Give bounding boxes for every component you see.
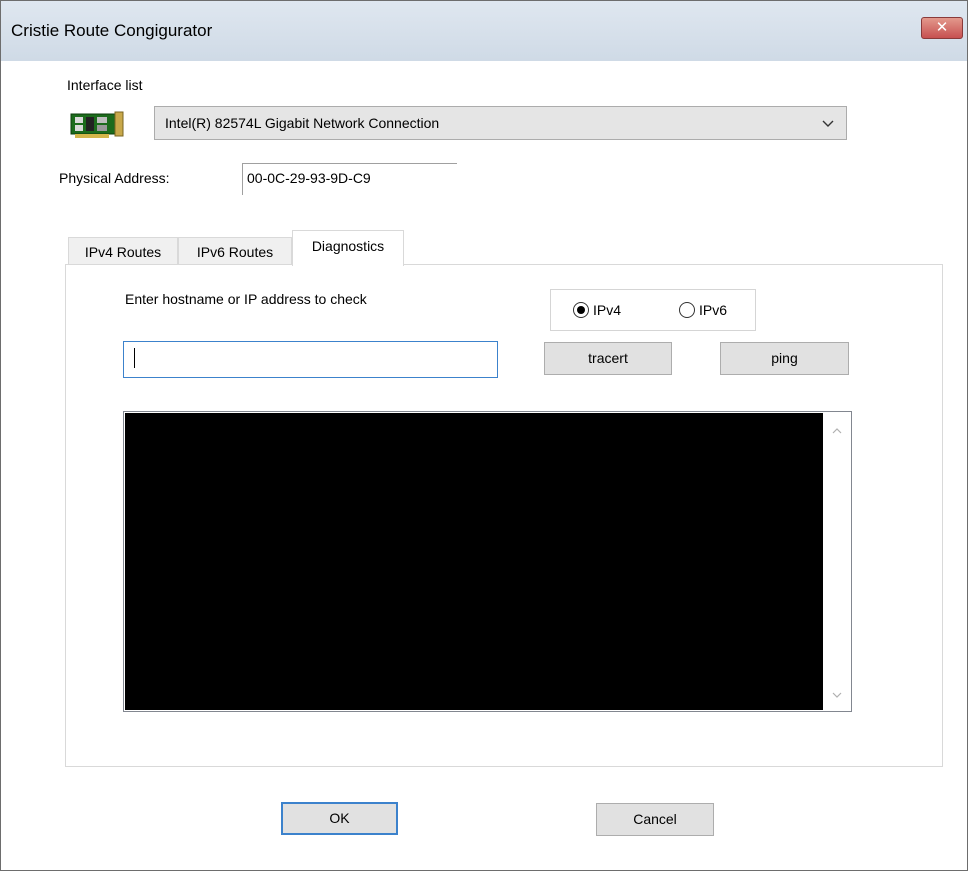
radio-ipv4[interactable] [573,302,589,318]
radio-selected-dot [577,306,585,314]
close-button[interactable]: ✕ [921,17,963,39]
tracert-button[interactable]: tracert [544,342,672,375]
radio-ipv6-label: IPv6 [699,302,728,318]
scroll-up-icon[interactable] [832,426,842,436]
diagnostics-output[interactable] [123,411,852,712]
output-console [125,413,823,710]
radio-ipv4-label: IPv4 [593,302,622,318]
radio-ipv6[interactable] [679,302,695,318]
interface-dropdown-value: Intel(R) 82574L Gigabit Network Connecti… [165,115,440,131]
route-configurator-window: Cristie Route Congigurator ✕ Interface l… [0,0,968,871]
physical-address-field[interactable]: 00-0C-29-93-9D-C9 [242,163,457,195]
interface-dropdown[interactable]: Intel(R) 82574L Gigabit Network Connecti… [154,106,847,140]
hostname-prompt: Enter hostname or IP address to check [125,291,367,307]
physical-address-value: 00-0C-29-93-9D-C9 [247,170,371,186]
protocol-radio-group: IPv4 IPv6 [550,289,756,331]
scroll-down-icon[interactable] [832,690,842,700]
tab-label: IPv4 Routes [84,244,162,260]
physical-address-label: Physical Address: [59,170,170,186]
output-scrollbar[interactable] [824,412,851,711]
hostname-input[interactable] [123,341,498,378]
tab-label: Diagnostics [311,238,385,254]
cancel-button[interactable]: Cancel [596,803,714,836]
window-title: Cristie Route Congigurator [11,21,213,40]
ping-button[interactable]: ping [720,342,849,375]
network-card-icon [70,111,124,138]
ok-button[interactable]: OK [281,802,398,835]
title-bar[interactable]: Cristie Route Congigurator ✕ [1,1,967,61]
tab-label: IPv6 Routes [196,244,274,260]
tab-ipv4-routes[interactable]: IPv4 Routes [68,237,178,265]
text-caret [134,348,135,368]
close-icon: ✕ [935,19,949,36]
interface-list-label: Interface list [67,77,143,93]
tab-diagnostics[interactable]: Diagnostics [292,230,404,266]
chevron-down-icon [822,120,834,127]
tab-ipv6-routes[interactable]: IPv6 Routes [178,237,292,265]
